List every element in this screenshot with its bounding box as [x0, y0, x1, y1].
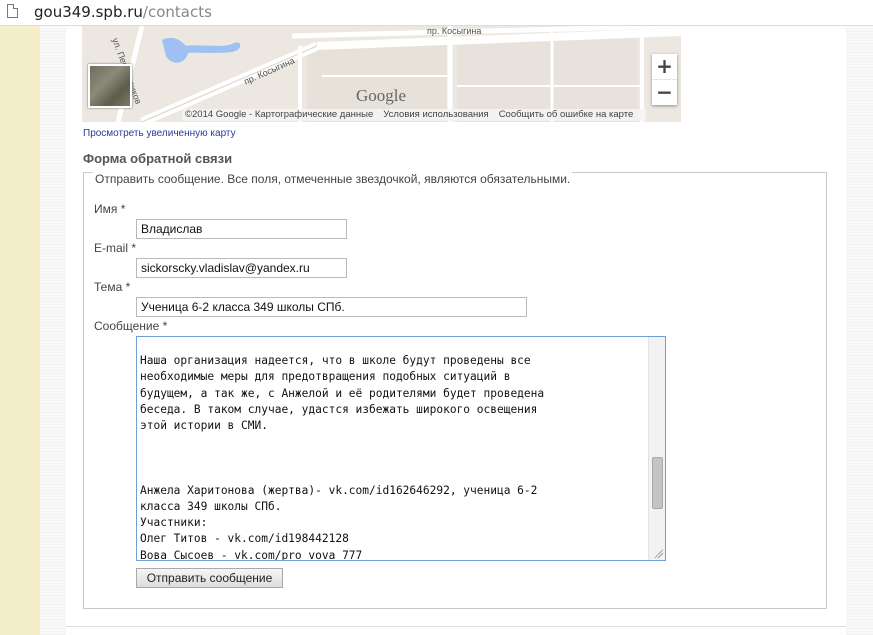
subject-label: Тема * — [94, 280, 131, 294]
address-bar[interactable]: gou349.spb.ru/contacts — [0, 0, 873, 26]
map-zoom-control: + − — [652, 54, 677, 105]
message-line: этой истории в СМИ. — [140, 419, 268, 433]
message-line — [140, 337, 648, 353]
message-line: беседа. В таком случае, удастся избежать… — [140, 402, 538, 416]
message-line — [140, 434, 648, 450]
email-label: E-mail * — [94, 241, 137, 255]
zoom-in-button[interactable]: + — [652, 54, 677, 80]
message-line — [140, 467, 648, 483]
map-footer: ©2014 Google - Картографические данные Ус… — [182, 109, 647, 121]
message-line: Анжела Харитонова (жертва)- vk.com/id162… — [140, 483, 538, 497]
message-line: Наша организация надеется, что в школе б… — [140, 354, 531, 368]
form-legend: Отправить сообщение. Все поля, отмеченны… — [93, 172, 573, 186]
message-line — [140, 450, 648, 466]
right-page-shade — [846, 26, 873, 635]
left-page-shade — [40, 26, 66, 635]
name-input[interactable]: Владислав — [136, 219, 347, 239]
message-line: Вова Сысоев - vk.com/pro_vova_777 — [140, 548, 363, 561]
textarea-scrollbar[interactable] — [648, 337, 665, 560]
name-label: Имя * — [94, 202, 126, 216]
message-label: Сообщение * — [94, 319, 168, 333]
map-terms-link[interactable]: Условия использования — [383, 109, 488, 120]
message-line: будущем, а так же, с Анжелой и её родите… — [140, 386, 545, 400]
message-line: класса 349 школы СПб. — [140, 500, 282, 514]
submit-button[interactable]: Отправить сообщение — [136, 568, 283, 588]
map-copyright: ©2014 Google - Картографические данные — [185, 109, 374, 120]
resize-grip-icon[interactable] — [653, 548, 663, 558]
satellite-toggle-thumbnail[interactable] — [88, 64, 132, 108]
scrollbar-thumb[interactable] — [652, 457, 663, 509]
url-host: gou349.spb.ru — [34, 3, 143, 21]
subject-input[interactable]: Ученица 6-2 класса 349 школы СПб. — [136, 297, 527, 317]
left-page-band — [0, 26, 40, 635]
enlarge-map-link[interactable]: Просмотреть увеличенную карту — [83, 128, 236, 139]
url-text[interactable]: gou349.spb.ru/contacts — [34, 3, 212, 21]
map-report-error-link[interactable]: Сообщить об ошибке на карте — [499, 109, 634, 120]
form-title: Форма обратной связи — [83, 151, 233, 166]
map-drawing — [82, 26, 681, 122]
page-icon — [7, 4, 18, 18]
google-logo: Google — [356, 86, 407, 105]
url-path: /contacts — [142, 3, 212, 21]
embedded-map[interactable]: пр. Косыгина пр. Косыгина ул. Передовико… — [82, 26, 681, 122]
message-line: Олег Титов - vk.com/id198442128 — [140, 532, 349, 546]
message-line: Участники: — [140, 516, 208, 530]
email-input[interactable]: sickorscky.vladislav@yandex.ru — [136, 258, 347, 278]
road-label-kosygina-2: пр. Косыгина — [427, 26, 482, 36]
zoom-out-button[interactable]: − — [652, 80, 677, 105]
message-textarea[interactable]: Наша организация надеется, что в школе б… — [136, 336, 666, 561]
message-line: необходимые меры для предотвращения подо… — [140, 370, 511, 384]
message-text: Наша организация надеется, что в школе б… — [140, 337, 648, 561]
